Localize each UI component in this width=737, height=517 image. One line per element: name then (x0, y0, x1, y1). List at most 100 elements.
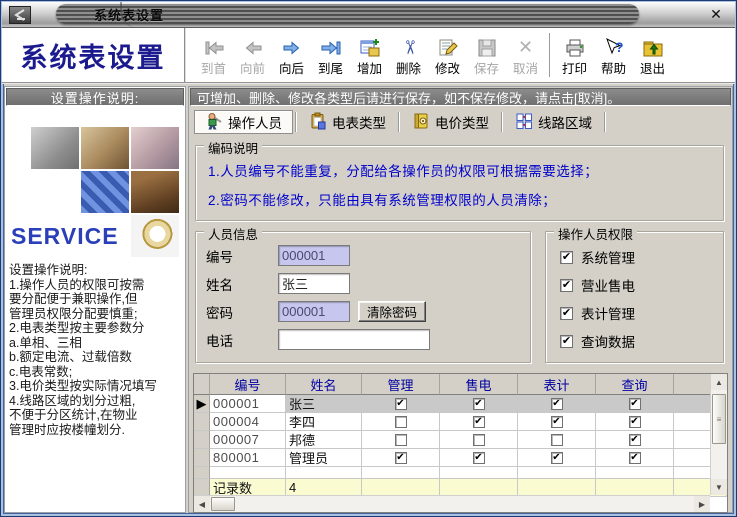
table-row[interactable]: 000007 邦德 ✔ (194, 431, 727, 449)
scroll-down-icon[interactable]: ▼ (711, 479, 727, 495)
scroll-left-icon[interactable]: ◀ (194, 496, 210, 512)
tab-price-type[interactable]: 电价类型 (402, 110, 499, 134)
help-button[interactable]: ? 帮助 (594, 30, 633, 80)
last-label: 到尾 (318, 62, 343, 76)
scroll-right-icon[interactable]: ▶ (694, 496, 710, 512)
add-record-icon (358, 35, 382, 61)
cell-id: 000004 (210, 413, 286, 431)
tab-line-region[interactable]: 线路区域 (505, 110, 602, 134)
manage-checkbox[interactable]: ✔ (395, 452, 407, 464)
sell-checkbox[interactable]: ✔ (473, 452, 485, 464)
table-row[interactable]: ▶ 000001 张三 ✔ ✔ ✔ ✔ (194, 395, 727, 413)
tab-price-type-label: 电价类型 (435, 112, 489, 132)
password-field-label: 密码 (206, 302, 278, 322)
toolbar: 系统表设置 到首 向前 向后 (2, 28, 735, 84)
tab-operators-label: 操作人员 (228, 112, 282, 132)
cancel-button: ✕ 取消 (506, 30, 545, 80)
row-marker-icon (194, 449, 210, 467)
add-button[interactable]: 增加 (350, 30, 389, 80)
photo-pocket-watch (131, 215, 179, 257)
checkbox-icon[interactable]: ✔ (560, 335, 573, 348)
scissors-icon: ✂ (401, 35, 417, 61)
tab-bar: 操作人员 电表类型 电价类型 (194, 109, 732, 135)
query-checkbox[interactable]: ✔ (629, 398, 641, 410)
table-row[interactable]: 800001 管理员 ✔ ✔ ✔ ✔ (194, 449, 727, 467)
id-field-label: 编号 (206, 246, 278, 266)
checkbox-icon[interactable]: ✔ (560, 251, 573, 264)
horizontal-scrollbar[interactable]: ◀ ▶ (194, 495, 710, 512)
perm-query-data[interactable]: ✔ 查询数据 (560, 332, 723, 350)
tab-meter-type[interactable]: 电表类型 (299, 110, 396, 134)
query-checkbox[interactable]: ✔ (629, 434, 641, 446)
print-label: 打印 (562, 62, 587, 76)
first-button: 到首 (194, 30, 233, 80)
perm-sales[interactable]: ✔ 营业售电 (560, 276, 723, 294)
cancel-label: 取消 (513, 62, 538, 76)
edit-icon (436, 35, 460, 61)
manage-checkbox[interactable] (395, 416, 407, 428)
toolbar-separator (549, 33, 551, 77)
table-row[interactable]: 000004 李四 ✔ ✔ ✔ (194, 413, 727, 431)
next-button[interactable]: 向后 (272, 30, 311, 80)
sidebar: 设置操作说明: SERVICE 设置操作说明: 1.操作人员的权限可按需 要分配… (4, 86, 186, 513)
col-header-meter[interactable]: 表计 (518, 374, 596, 395)
row-marker-icon: ▶ (194, 395, 210, 413)
meter-checkbox[interactable]: ✔ (551, 452, 563, 464)
perm-label: 系统管理 (581, 247, 635, 267)
exit-folder-icon (641, 35, 665, 61)
photo-tools-pink (131, 127, 179, 169)
col-header-sell[interactable]: 售电 (440, 374, 518, 395)
query-checkbox[interactable]: ✔ (629, 416, 641, 428)
id-field[interactable] (278, 245, 350, 266)
col-header-manage[interactable]: 管理 (362, 374, 440, 395)
delete-button[interactable]: ✂ 删除 (389, 30, 428, 80)
print-button[interactable]: 打印 (555, 30, 594, 80)
manage-checkbox[interactable] (395, 434, 407, 446)
tab-separator (295, 112, 297, 132)
vertical-scroll-thumb[interactable]: ≡ (712, 394, 726, 444)
sell-checkbox[interactable]: ✔ (473, 398, 485, 410)
manage-checkbox[interactable]: ✔ (395, 398, 407, 410)
meter-checkbox[interactable]: ✔ (551, 398, 563, 410)
cell-name: 管理员 (286, 449, 362, 467)
prev-label: 向前 (240, 62, 265, 76)
meter-checkbox[interactable]: ✔ (551, 416, 563, 428)
col-header-name[interactable]: 姓名 (286, 374, 362, 395)
modify-button[interactable]: 修改 (428, 30, 467, 80)
sell-checkbox[interactable]: ✔ (473, 416, 485, 428)
delete-label: 删除 (396, 62, 421, 76)
photo-clothes (131, 171, 179, 213)
clear-password-button[interactable]: 清除密码 (358, 301, 426, 322)
sell-checkbox[interactable] (473, 434, 485, 446)
app-logo-icon (9, 6, 31, 24)
checkbox-icon[interactable]: ✔ (560, 279, 573, 292)
add-label: 增加 (357, 62, 382, 76)
last-button[interactable]: 到尾 (311, 30, 350, 80)
vertical-scrollbar[interactable]: ▲ ≡ ▼ (710, 374, 727, 495)
exit-button[interactable]: 退出 (633, 30, 672, 80)
page-title: 系统表设置 (2, 28, 186, 82)
perm-meter-mgmt[interactable]: ✔ 表计管理 (560, 304, 723, 322)
password-field[interactable] (278, 301, 350, 322)
arrow-right-icon (280, 35, 304, 61)
phone-field-label: 电话 (206, 330, 278, 350)
meter-checkbox[interactable] (551, 434, 563, 446)
checkbox-icon[interactable]: ✔ (560, 307, 573, 320)
col-header-query[interactable]: 查询 (596, 374, 674, 395)
row-marker-icon (194, 413, 210, 431)
grid-header-row: 编号 姓名 管理 售电 表计 查询 (194, 374, 727, 395)
tab-operators[interactable]: 操作人员 (194, 110, 293, 134)
query-checkbox[interactable]: ✔ (629, 452, 641, 464)
name-field[interactable] (278, 273, 350, 294)
service-wordmark: SERVICE (11, 223, 119, 250)
person-info-group: 人员信息 编号 姓名 密码 清除密码 电话 (195, 231, 531, 363)
horizontal-scroll-thumb[interactable] (211, 497, 235, 511)
phone-field[interactable] (278, 329, 430, 350)
col-header-id[interactable]: 编号 (210, 374, 286, 395)
close-icon[interactable]: ✕ (705, 5, 727, 24)
clipboard-icon (309, 112, 327, 133)
exit-label: 退出 (640, 62, 665, 76)
cell-id: 000001 (210, 395, 286, 413)
scroll-up-icon[interactable]: ▲ (711, 374, 727, 390)
perm-system-admin[interactable]: ✔ 系统管理 (560, 248, 723, 266)
